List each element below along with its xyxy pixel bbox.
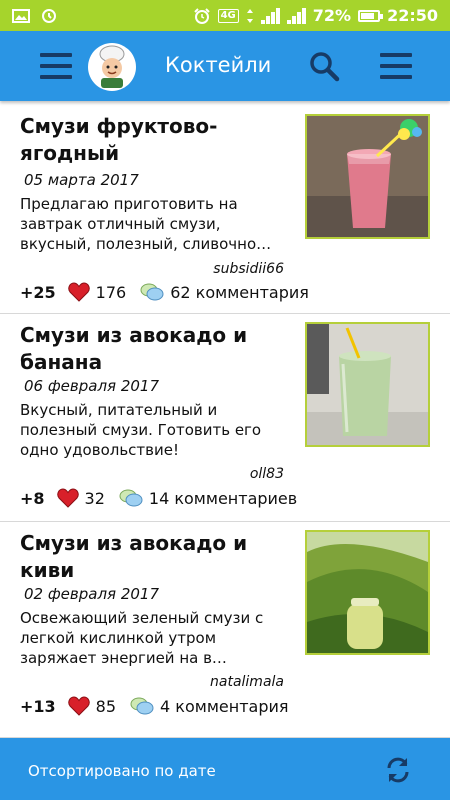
article-comments[interactable]: 62 комментария	[170, 283, 309, 302]
article-comments[interactable]: 4 комментария	[160, 697, 288, 716]
article-thumbnail[interactable]	[305, 114, 430, 239]
article-author[interactable]: oll83	[250, 466, 284, 482]
heart-icon[interactable]	[56, 488, 79, 508]
article-thumbnail[interactable]	[305, 322, 430, 447]
article-author[interactable]: subsidii66	[213, 261, 284, 277]
battery-icon	[358, 9, 384, 22]
hamburger-icon[interactable]	[40, 53, 72, 79]
article-card[interactable]: Смузи из авокадо и банана 06 февраля 201…	[0, 314, 450, 522]
signal-icon	[260, 7, 280, 24]
heart-icon[interactable]	[67, 696, 90, 716]
smoothie-image	[307, 324, 428, 445]
comments-icon[interactable]	[140, 282, 164, 302]
sort-label[interactable]: Отсортировано по дате	[28, 762, 216, 780]
article-list[interactable]: Смузи фруктово-ягодный 05 марта 2017 Пре…	[0, 101, 450, 738]
status-bar: 4G 72% 22:50	[0, 0, 450, 31]
data-transfer-icon	[246, 8, 253, 23]
article-card[interactable]: Смузи фруктово-ягодный 05 марта 2017 Пре…	[0, 101, 450, 314]
article-comments[interactable]: 14 комментариев	[149, 489, 297, 508]
article-score: +13	[20, 696, 56, 716]
article-stats: +13 85 4 комментария	[20, 696, 289, 716]
article-likes: 176	[95, 282, 127, 302]
more-menu-icon[interactable]	[380, 53, 412, 79]
clock: 22:50	[387, 6, 438, 25]
article-likes: 32	[84, 488, 105, 508]
article-thumbnail[interactable]	[305, 530, 430, 655]
article-stats: +8 32 14 комментариев	[20, 488, 297, 508]
article-author[interactable]: natalimala	[210, 674, 284, 690]
heart-icon[interactable]	[67, 282, 90, 302]
article-title[interactable]: Смузи фруктово-ягодный	[20, 113, 290, 167]
comments-icon[interactable]	[130, 696, 154, 716]
refresh-icon[interactable]	[383, 755, 413, 785]
article-title[interactable]: Смузи из авокадо и киви	[20, 530, 290, 584]
article-date: 05 марта 2017	[24, 171, 139, 189]
article-description: Вкусный, питательный и полезный смузи. Г…	[20, 401, 262, 459]
article-stats: +25 176 62 комментария	[20, 282, 309, 302]
sync-icon	[42, 8, 56, 23]
article-likes: 85	[95, 696, 117, 716]
smoothie-image	[307, 116, 428, 237]
image-icon	[12, 8, 30, 23]
article-date: 02 февраля 2017	[24, 585, 160, 603]
top-app-bar: Коктейли	[0, 31, 450, 101]
article-date: 06 февраля 2017	[24, 377, 160, 395]
article-card[interactable]: Смузи из авокадо и киви 02 февраля 2017 …	[0, 522, 450, 738]
app-title: Коктейли	[165, 53, 272, 77]
article-score: +25	[20, 282, 56, 302]
smoothie-image	[307, 532, 428, 653]
comments-icon[interactable]	[119, 488, 143, 508]
alarm-icon	[193, 7, 210, 24]
search-icon[interactable]	[307, 49, 341, 83]
article-description: Освежающий зеленый смузи с легкой кислин…	[20, 609, 264, 667]
signal-icon-secondary	[286, 7, 306, 24]
article-title[interactable]: Смузи из авокадо и банана	[20, 322, 290, 376]
article-score: +8	[20, 488, 45, 508]
bottom-bar: Отсортировано по дате	[0, 738, 450, 800]
network-4g-icon: 4G	[217, 8, 239, 23]
chef-logo-icon[interactable]	[87, 42, 137, 92]
battery-percent: 72%	[312, 6, 352, 25]
article-description: Предлагаю приготовить на завтрак отличны…	[20, 195, 272, 253]
